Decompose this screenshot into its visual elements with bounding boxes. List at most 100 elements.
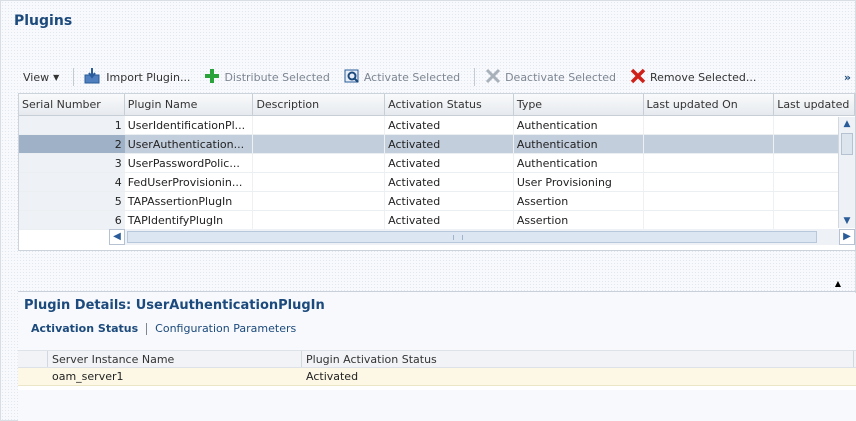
cell-status: Activated (385, 192, 514, 210)
tab-configuration-parameters[interactable]: Configuration Parameters (155, 322, 296, 335)
table-row[interactable]: oam_server1 Activated (18, 368, 856, 386)
toolbar-separator-2 (474, 68, 476, 86)
cell-status: Activated (385, 154, 514, 172)
cell-name: UserPasswordPolic... (125, 154, 254, 172)
page-title: Plugins (14, 13, 73, 29)
cell-description (253, 192, 386, 210)
cell-status: Activated (385, 135, 514, 153)
table-row-selected[interactable]: 2 UserAuthentication... Activated Authen… (19, 135, 855, 154)
plugins-table: Serial Number Plugin Name Description Ac… (18, 93, 856, 251)
col-type[interactable]: Type (514, 94, 644, 115)
cell-updated-on (644, 135, 775, 153)
deactivate-selected-button[interactable]: Deactivate Selected (485, 68, 616, 87)
deactivate-icon (485, 68, 501, 87)
details-title: Plugin Details: UserAuthenticationPlugIn (24, 298, 325, 313)
table-row[interactable]: 6 TAPIdentifyPlugIn Activated Assertion (19, 211, 855, 230)
cell-status: Activated (385, 116, 514, 134)
cell-plugin-status: Activated (306, 370, 359, 383)
cell-type: Assertion (514, 211, 644, 229)
cell-serial: 1 (19, 116, 125, 134)
col-server-instance-name[interactable]: Server Instance Name (48, 351, 302, 367)
chevron-down-icon: ▼ (53, 72, 60, 82)
scroll-right-icon[interactable]: ▶ (839, 229, 855, 245)
remove-selected-label: Remove Selected... (650, 70, 757, 84)
toolbar: View ▼ Import Plugin... Distribute Selec… (23, 65, 856, 89)
cell-serial: 3 (19, 154, 125, 172)
distribute-icon (204, 68, 220, 87)
table-row[interactable]: 4 FedUserProvisionin... Activated User P… (19, 173, 855, 192)
cell-updated-on (644, 192, 775, 210)
grip-icon (453, 235, 463, 240)
cell-description (253, 154, 386, 172)
remove-icon (630, 68, 646, 87)
deactivate-selected-label: Deactivate Selected (505, 70, 616, 84)
vertical-scrollbar[interactable]: ▲ ▼ (838, 117, 855, 228)
splitter-line (18, 291, 856, 292)
view-menu[interactable]: View ▼ (23, 71, 59, 84)
collapse-panel-icon[interactable]: ▲ (830, 279, 846, 289)
remove-selected-button[interactable]: Remove Selected... (630, 68, 756, 87)
activate-selected-label: Activate Selected (363, 70, 461, 84)
scroll-down-icon[interactable]: ▼ (839, 214, 855, 228)
table-row[interactable]: 5 TAPAssertionPlugIn Activated Assertion (19, 192, 855, 211)
cell-description (253, 135, 386, 153)
distribute-selected-button[interactable]: Distribute Selected (204, 68, 330, 87)
distribute-selected-label: Distribute Selected (224, 70, 330, 84)
import-plugin-button[interactable]: Import Plugin... (84, 67, 191, 87)
col-activation-status[interactable]: Activation Status (385, 94, 514, 115)
details-subtabs: Activation Status Configuration Paramete… (31, 322, 296, 335)
col-spacer (18, 351, 48, 367)
import-plugin-label: Import Plugin... (106, 70, 191, 84)
cell-serial: 2 (19, 135, 125, 153)
plugins-page: Plugins View ▼ Import Plugin... Distribu… (0, 0, 856, 421)
scroll-up-icon[interactable]: ▲ (839, 117, 855, 131)
col-last-updated-on[interactable]: Last updated On (644, 94, 775, 115)
cell-updated-on (644, 173, 775, 191)
horizontal-scrollbar[interactable]: ◀ ▶ (109, 229, 855, 245)
server-instances-table: Server Instance Name Plugin Activation S… (18, 350, 856, 390)
col-serial-number[interactable]: Serial Number (19, 94, 125, 115)
cell-description (253, 173, 386, 191)
cell-type: Authentication (514, 116, 644, 134)
row-spacer (18, 368, 48, 385)
cell-updated-on (644, 116, 775, 134)
plugin-details-panel: Plugin Details: UserAuthenticationPlugIn… (18, 293, 856, 421)
activate-icon (344, 68, 360, 87)
cell-updated-on (644, 211, 775, 229)
cell-serial: 5 (19, 192, 125, 210)
table-header: Serial Number Plugin Name Description Ac… (19, 94, 855, 116)
cell-type: User Provisioning (514, 173, 644, 191)
col-last-updated[interactable]: Last updated (774, 94, 855, 115)
subtab-separator (146, 322, 148, 335)
more-icon[interactable]: » (844, 71, 851, 84)
cell-name: UserIdentificationPl... (125, 116, 254, 134)
cell-name: TAPAssertionPlugIn (125, 192, 254, 210)
horizontal-scroll-thumb[interactable] (127, 231, 817, 243)
col-description[interactable]: Description (253, 94, 386, 115)
cell-description (253, 211, 386, 229)
col-plugin-name[interactable]: Plugin Name (125, 94, 254, 115)
vertical-scroll-thumb[interactable] (841, 133, 853, 155)
table-row[interactable]: 1 UserIdentificationPl... Activated Auth… (19, 116, 855, 135)
cell-status: Activated (385, 211, 514, 229)
server-table-header: Server Instance Name Plugin Activation S… (18, 350, 856, 368)
cell-description (253, 116, 386, 134)
table-row[interactable]: 3 UserPasswordPolic... Activated Authent… (19, 154, 855, 173)
panel-splitter[interactable]: ▲ (18, 252, 856, 292)
activate-selected-button[interactable]: Activate Selected (344, 68, 460, 87)
cell-type: Authentication (514, 135, 644, 153)
tab-activation-status[interactable]: Activation Status (31, 322, 138, 335)
cell-server-name: oam_server1 (52, 370, 124, 383)
import-icon (84, 67, 102, 87)
cell-name: TAPIdentifyPlugIn (125, 211, 254, 229)
cell-serial: 6 (19, 211, 125, 229)
cell-updated-on (644, 154, 775, 172)
view-label: View (23, 70, 50, 84)
cell-status: Activated (385, 173, 514, 191)
cell-name: FedUserProvisionin... (125, 173, 254, 191)
cell-type: Authentication (514, 154, 644, 172)
toolbar-separator (73, 68, 75, 86)
cell-type: Assertion (514, 192, 644, 210)
col-plugin-activation-status[interactable]: Plugin Activation Status (302, 351, 854, 367)
scroll-left-icon[interactable]: ◀ (109, 229, 125, 245)
